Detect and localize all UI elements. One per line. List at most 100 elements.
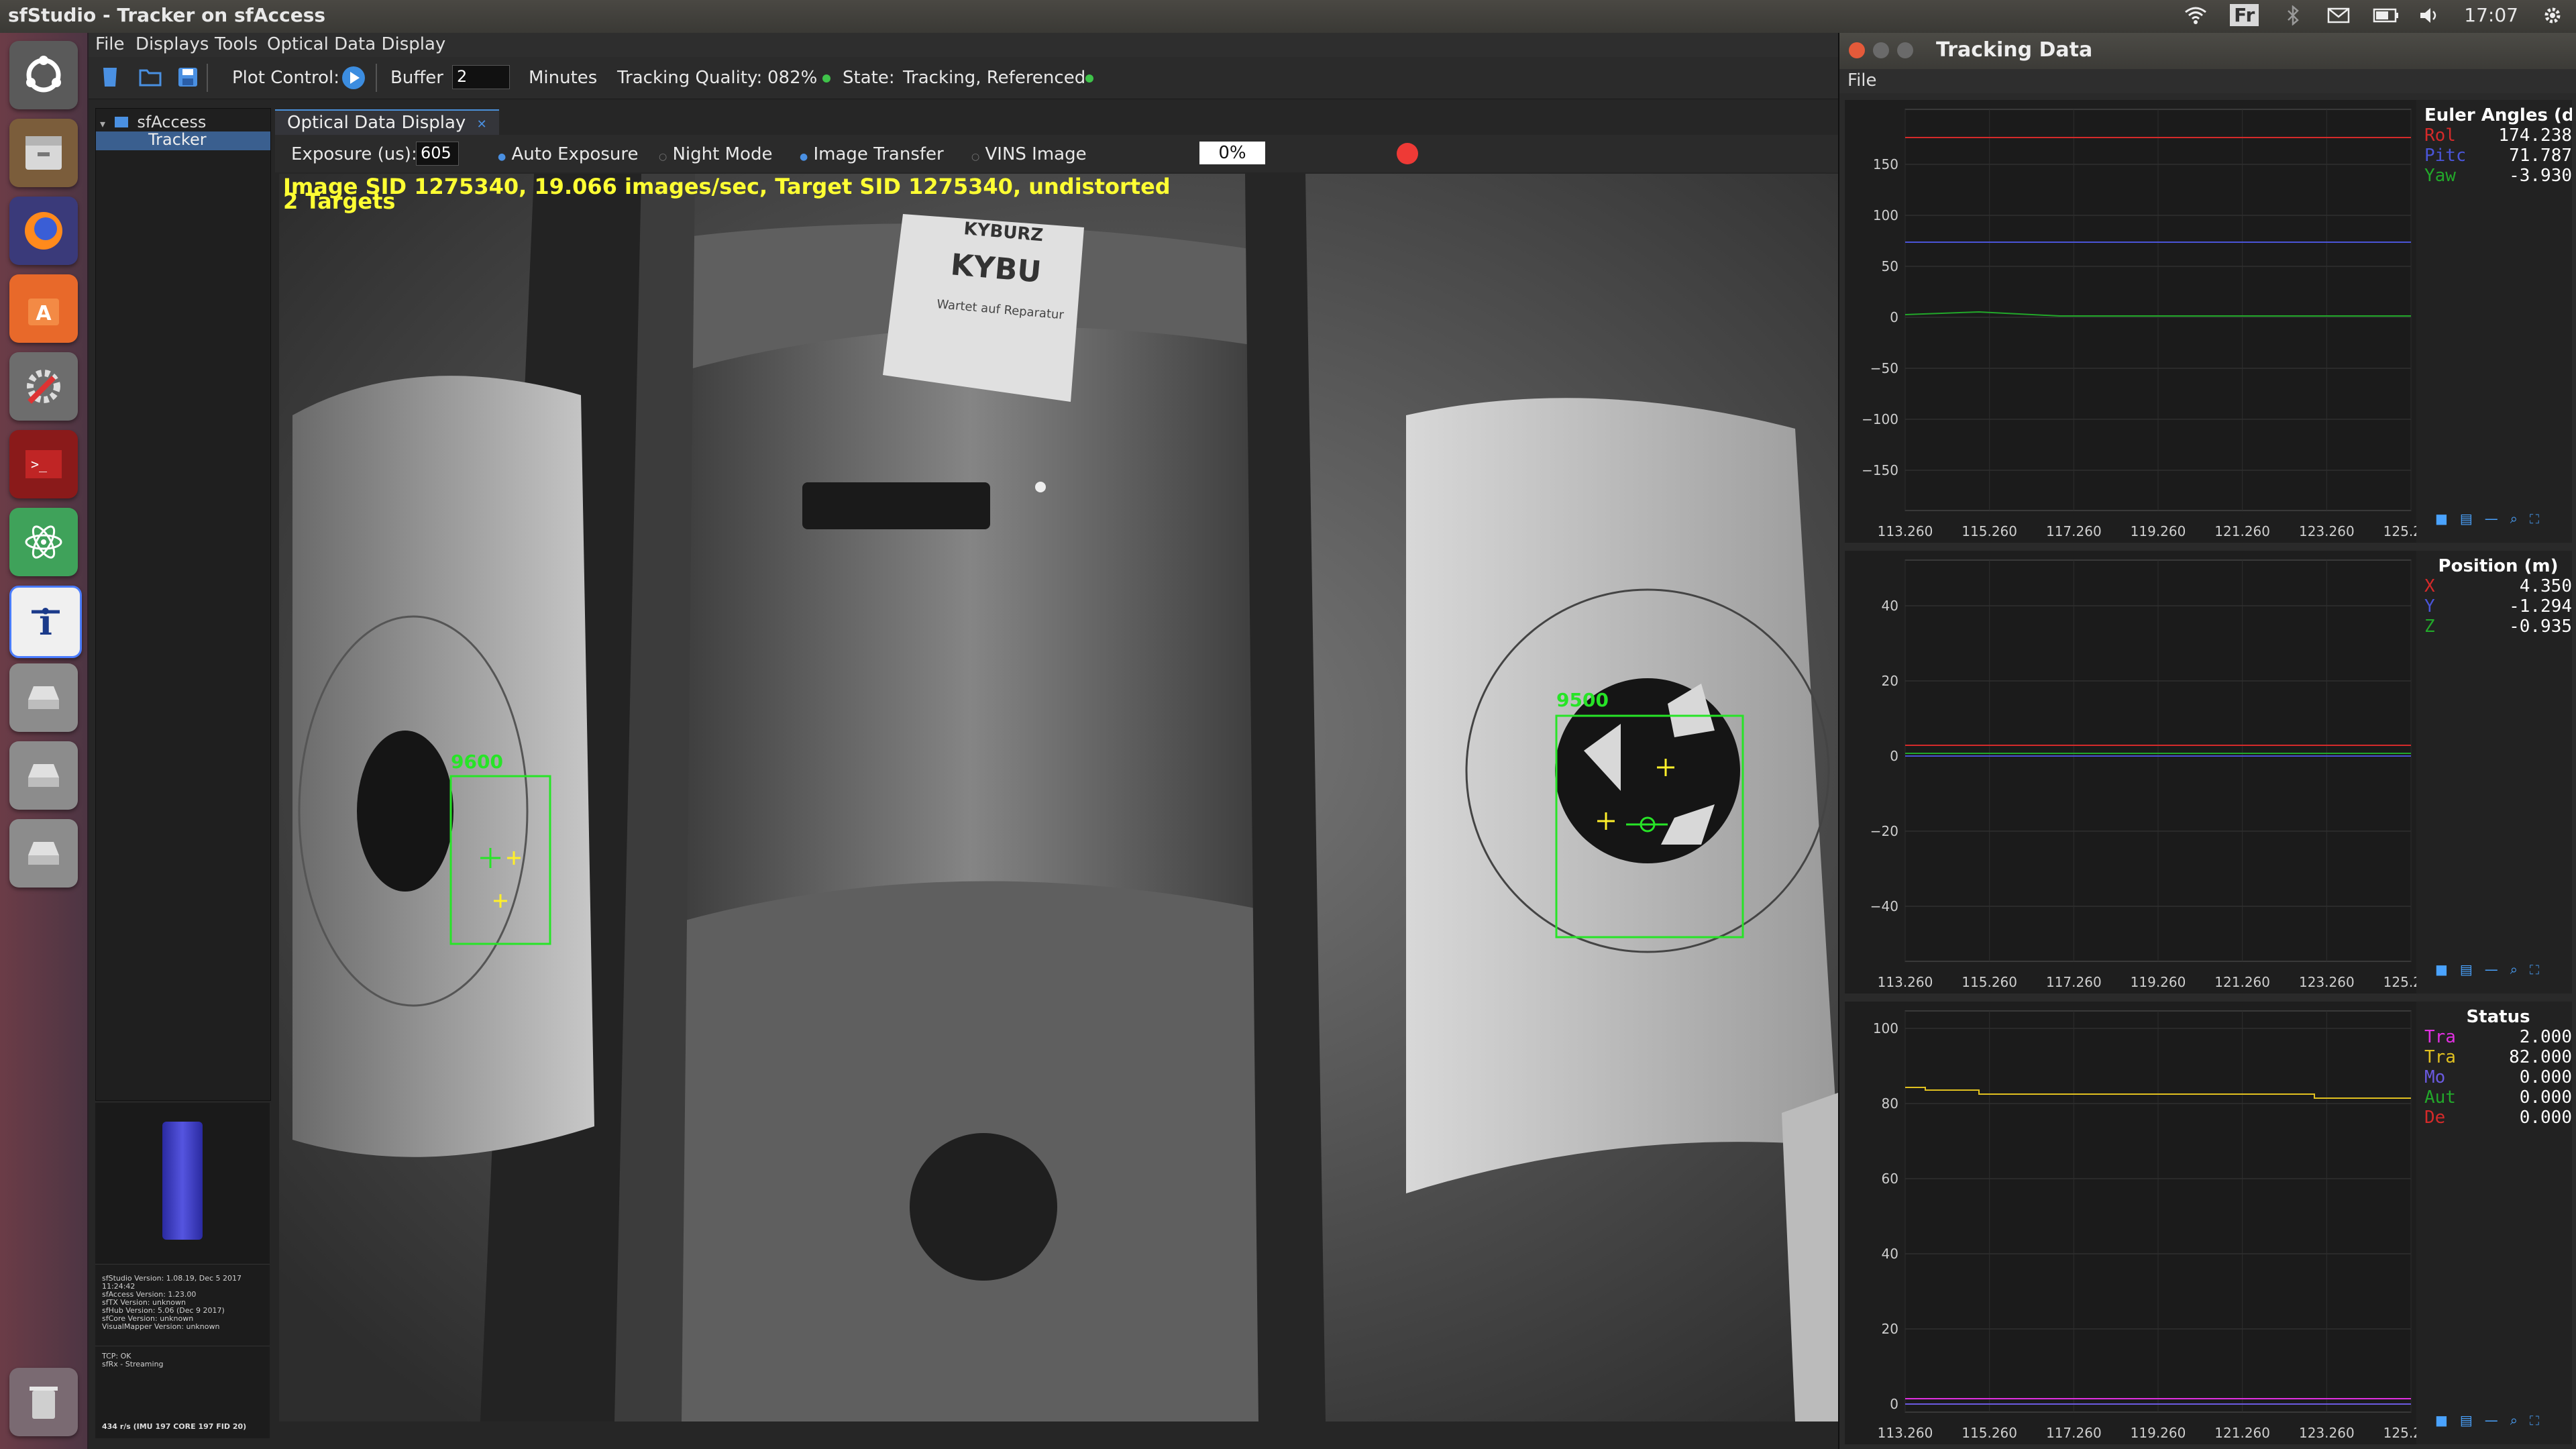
system-top-bar: sfStudio - Tracker on sfAccess Fr 17:07 xyxy=(0,0,2576,33)
euler-angles-plot[interactable]: 150 100 50 0 −50 −100 −150 113.260 115.260 117.26… xyxy=(1845,100,2416,543)
x-tick-label: 125.260 xyxy=(2383,1425,2416,1441)
open-folder-icon[interactable] xyxy=(138,65,162,89)
keyboard-layout-indicator[interactable]: Fr xyxy=(2230,4,2259,26)
minimize-window-button[interactable] xyxy=(1873,42,1889,58)
tree-item-sfaccess[interactable]: ▾ sfAccess xyxy=(100,113,206,131)
legend-name: Rol xyxy=(2424,125,2456,146)
camera-image-view[interactable]: KYBU KYBURZ Wartet auf Reparatur Image S… xyxy=(279,174,1838,1421)
menu-tools[interactable]: Tools xyxy=(215,34,258,54)
volume-icon[interactable] xyxy=(2418,5,2441,25)
legend-title: Position (m) xyxy=(2438,556,2559,576)
x-tick-label: 117.260 xyxy=(2046,974,2102,990)
y-tick-label: 20 xyxy=(1882,673,1898,689)
minutes-label: Minutes xyxy=(529,68,598,88)
checkbox-label: VINS Image xyxy=(985,144,1087,164)
menu-optical-data-display[interactable]: Optical Data Display xyxy=(267,34,445,54)
quality-status-dot xyxy=(822,74,830,83)
buffer-spinbox[interactable]: 2 xyxy=(452,65,510,89)
legend-name: X xyxy=(2424,576,2435,596)
drive-icon-2[interactable] xyxy=(9,741,78,810)
x-tick-label: 123.260 xyxy=(2299,523,2355,539)
menu-displays[interactable]: Displays xyxy=(136,34,209,54)
wifi-icon[interactable] xyxy=(2184,5,2207,25)
exposure-label: Exposure (us): xyxy=(291,144,417,164)
plot-tools[interactable]: ■▤—⌕⛶ xyxy=(2435,511,2551,527)
save-icon[interactable] xyxy=(176,65,200,89)
close-window-button[interactable] xyxy=(1849,42,1865,58)
y-tick-label: 60 xyxy=(1882,1171,1898,1187)
tree-item-tracker[interactable]: Tracker xyxy=(96,130,270,150)
plot-tools[interactable]: ■▤—⌕⛶ xyxy=(2435,961,2551,977)
camera-options-bar: Exposure (us): 605 ● Auto Exposure ○ Nig… xyxy=(275,135,1838,172)
plot-tools[interactable]: ■▤—⌕⛶ xyxy=(2435,1412,2551,1428)
clock[interactable]: 17:07 xyxy=(2464,4,2518,26)
svg-text:A: A xyxy=(36,302,52,325)
legend-row-roll: Rol 174.238 xyxy=(2424,125,2572,146)
atom-editor-icon[interactable] xyxy=(9,508,78,576)
firefox-browser-icon[interactable] xyxy=(9,197,78,265)
terminal-icon[interactable]: >_ xyxy=(9,430,78,498)
x-tick-label: 115.260 xyxy=(1962,1425,2017,1441)
camera-overlay-target-count: 2 Targets xyxy=(283,189,396,214)
y-tick-label: −100 xyxy=(1862,411,1898,427)
legend-row: Tra 2.000 xyxy=(2424,1027,2572,1047)
exposure-input[interactable]: 605 xyxy=(416,142,459,166)
legend-row: Mo 0.000 xyxy=(2424,1067,2572,1087)
trash-icon[interactable] xyxy=(9,1368,78,1436)
target-label-right: 9500 xyxy=(1556,689,1609,711)
legend-title: Status xyxy=(2466,1007,2530,1027)
legend-name: Mo xyxy=(2424,1067,2446,1087)
position-legend: Position (m) X 4.350 Y -1.294 Z -0.935 xyxy=(2424,556,2572,637)
image-transfer-checkbox[interactable]: ● Image Transfer xyxy=(800,144,944,164)
connection-status: TCP: OK sfRx - Streaming xyxy=(102,1352,164,1368)
record-button[interactable] xyxy=(1397,143,1418,164)
device-3d-view xyxy=(95,1103,270,1265)
night-mode-checkbox[interactable]: ○ Night Mode xyxy=(659,144,772,164)
camera-overlay-status: Image SID 1275340, 19.066 images/sec, Ta… xyxy=(283,174,1171,199)
legend-value: 4.350 xyxy=(2519,576,2572,596)
main-window: File Displays Tools Optical Data Display… xyxy=(89,33,1838,1449)
sfstudio-app-icon[interactable]: i xyxy=(9,586,82,658)
drive-icon-3[interactable] xyxy=(9,819,78,888)
checkbox-label: Night Mode xyxy=(672,144,773,164)
state-status-dot xyxy=(1085,74,1093,83)
software-center-icon[interactable]: A xyxy=(9,274,78,343)
tab-strip: Optical Data Display ✕ xyxy=(275,108,1838,136)
x-tick-label: 121.260 xyxy=(2214,974,2270,990)
x-tick-label: 113.260 xyxy=(1878,523,1933,539)
status-panel: 100 80 60 40 20 0 113.260 115.260 117.260 119.260… xyxy=(1845,1002,2572,1444)
battery-icon[interactable] xyxy=(2373,5,2399,25)
auto-exposure-checkbox[interactable]: ● Auto Exposure xyxy=(498,144,638,164)
play-button[interactable] xyxy=(341,65,365,89)
expand-arrow-icon[interactable]: ▾ xyxy=(100,117,105,130)
y-tick-label: 100 xyxy=(1873,207,1898,223)
svg-text:>_: >_ xyxy=(31,456,48,472)
bluetooth-icon[interactable] xyxy=(2282,4,2304,26)
x-tick-label: 113.260 xyxy=(1878,1425,1933,1441)
file-manager-icon[interactable] xyxy=(9,119,78,187)
vins-image-checkbox[interactable]: ○ VINS Image xyxy=(971,144,1087,164)
tab-optical-data-display[interactable]: Optical Data Display ✕ xyxy=(275,109,499,136)
x-tick-label: 123.260 xyxy=(2299,974,2355,990)
drive-icon[interactable] xyxy=(9,663,78,732)
dash-home-icon[interactable] xyxy=(9,41,78,109)
buffer-label: Buffer xyxy=(390,68,443,88)
menu-file[interactable]: File xyxy=(1847,70,1877,91)
position-plot[interactable]: 40 20 0 −20 −40 113.260 115.260 117.260 119.260 1… xyxy=(1845,551,2416,994)
tab-close-icon[interactable]: ✕ xyxy=(477,117,487,131)
mail-icon[interactable] xyxy=(2327,5,2350,25)
settings-gear-icon[interactable] xyxy=(2541,5,2564,25)
toolbar-separator-2 xyxy=(376,64,377,92)
y-tick-label: 20 xyxy=(1882,1321,1898,1337)
menu-file[interactable]: File xyxy=(95,34,125,54)
legend-value: -0.935 xyxy=(2509,616,2572,637)
legend-value: 174.238 xyxy=(2498,125,2572,146)
y-tick-label: 40 xyxy=(1882,598,1898,614)
system-settings-icon[interactable] xyxy=(9,352,78,421)
device-icon[interactable] xyxy=(98,65,122,89)
x-tick-label: 119.260 xyxy=(2131,523,2186,539)
info-panel: sfStudio Version: 1.08.19, Dec 5 2017 11… xyxy=(95,1103,270,1438)
status-plot[interactable]: 100 80 60 40 20 0 113.260 115.260 117.260 119.260… xyxy=(1845,1002,2416,1444)
maximize-window-button[interactable] xyxy=(1897,42,1913,58)
y-tick-label: 40 xyxy=(1882,1246,1898,1262)
